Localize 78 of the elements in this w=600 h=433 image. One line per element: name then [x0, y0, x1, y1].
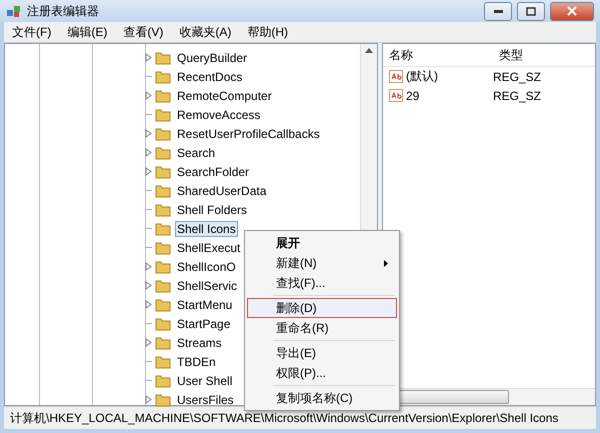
folder-icon: [155, 222, 171, 236]
tree-item[interactable]: RemoteComputer: [175, 88, 274, 104]
tree-item[interactable]: User Shell: [175, 372, 234, 388]
expand-arrow-icon[interactable]: [145, 338, 152, 347]
expand-arrow-icon[interactable]: [145, 167, 152, 176]
maximize-button[interactable]: [517, 2, 545, 20]
string-value-icon: [389, 70, 403, 83]
tree-item[interactable]: SearchFolder: [175, 164, 252, 180]
folder-icon: [155, 278, 171, 292]
tree-item[interactable]: ShellExecut: [175, 240, 242, 256]
value-name: 29: [406, 88, 420, 102]
folder-icon: [155, 126, 171, 140]
status-path: 计算机\HKEY_LOCAL_MACHINE\SOFTWARE\Microsoft\Windows\CurrentVersion\Explorer\Shell Icons: [10, 410, 558, 426]
folder-icon: [155, 336, 171, 350]
expand-arrow-icon[interactable]: [145, 262, 152, 271]
folder-icon: [155, 108, 171, 122]
menu-item[interactable]: 帮助(H): [247, 24, 288, 40]
tree-item[interactable]: UsersFiles: [175, 392, 236, 408]
context-menu-item[interactable]: 重命名(R): [247, 318, 397, 338]
folder-icon: [155, 88, 171, 102]
folder-icon: [155, 240, 171, 254]
minimize-button[interactable]: [484, 2, 512, 20]
tree-item[interactable]: ShellIconO: [175, 258, 238, 274]
tree-item[interactable]: Shell Folders: [175, 202, 250, 218]
string-value-icon: [389, 89, 403, 102]
close-button[interactable]: [550, 2, 594, 20]
expand-arrow-icon[interactable]: [145, 148, 152, 157]
registry-cubes-icon: [6, 4, 22, 18]
context-menu-item[interactable]: 删除(D): [247, 298, 397, 318]
menu-item[interactable]: 文件(F): [12, 24, 52, 40]
folder-icon: [155, 374, 171, 388]
context-menu-item[interactable]: 查找(F)...: [247, 273, 397, 293]
menu-item[interactable]: 编辑(E): [67, 24, 108, 40]
column-header[interactable]: 名称: [383, 46, 493, 64]
context-menu-item[interactable]: 新建(N): [247, 253, 397, 273]
folder-icon: [155, 260, 171, 274]
tree-item[interactable]: ShellServic: [175, 278, 240, 294]
tree-item[interactable]: StartPage: [175, 316, 232, 332]
expand-arrow-icon[interactable]: [145, 129, 152, 138]
folder-icon: [155, 164, 171, 178]
menu-item[interactable]: 查看(V): [123, 24, 164, 40]
menu-item[interactable]: 收藏夹(A): [179, 24, 232, 40]
tree-item[interactable]: Search: [175, 144, 218, 160]
context-menu-item[interactable]: 导出(E): [247, 343, 397, 363]
minimize-icon: [494, 10, 502, 12]
folder-icon: [155, 184, 171, 198]
folder-icon: [155, 298, 171, 312]
context-menu-item[interactable]: 展开: [247, 233, 397, 253]
context-menu-item[interactable]: 复制项名称(C): [247, 388, 397, 408]
expand-arrow-icon[interactable]: [145, 91, 152, 100]
value-type: REG_SZ: [493, 70, 542, 84]
value-name: (默认): [406, 68, 438, 85]
value-type: REG_SZ: [493, 88, 542, 102]
context-menu-item[interactable]: 权限(P)...: [247, 363, 397, 383]
tree-item[interactable]: Streams: [175, 334, 224, 350]
expand-arrow-icon[interactable]: [145, 281, 152, 290]
close-icon: [567, 6, 577, 16]
tree-item[interactable]: Shell Icons: [175, 220, 238, 236]
folder-icon: [155, 50, 171, 64]
tree-item[interactable]: TBDEn: [175, 354, 218, 370]
tree-item[interactable]: SharedUserData: [175, 182, 268, 198]
folder-icon: [155, 316, 171, 330]
window-title: 注册表编辑器: [27, 2, 100, 20]
tree-item[interactable]: RecentDocs: [175, 68, 244, 84]
tree-item[interactable]: QueryBuilder: [175, 50, 250, 66]
tree-item[interactable]: ResetUserProfileCallbacks: [175, 126, 322, 142]
tree-item[interactable]: RemoveAccess: [175, 106, 262, 122]
scroll-up-arrow-icon[interactable]: [365, 48, 373, 53]
expand-arrow-icon[interactable]: [145, 300, 152, 309]
expand-arrow-icon[interactable]: [145, 53, 152, 62]
maximize-icon: [526, 6, 536, 16]
folder-icon: [155, 202, 171, 216]
folder-icon: [155, 354, 171, 368]
tree-item[interactable]: StartMenu: [175, 296, 234, 312]
folder-icon: [155, 146, 171, 160]
column-header[interactable]: 类型: [493, 46, 595, 64]
folder-icon: [155, 70, 171, 84]
expand-arrow-icon[interactable]: [145, 395, 152, 404]
